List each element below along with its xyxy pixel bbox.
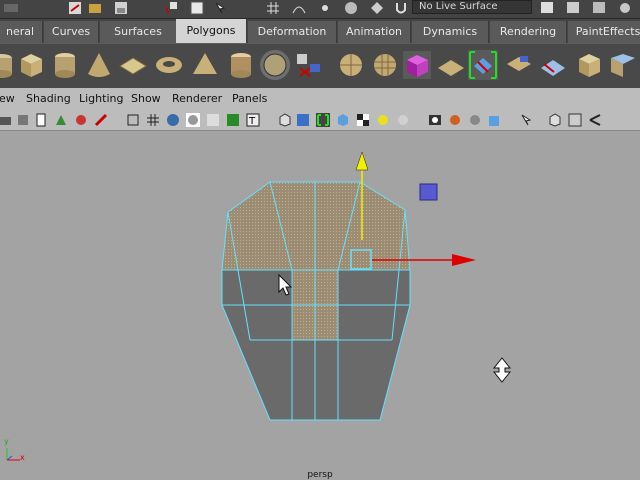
poly-merge-icon[interactable] (608, 50, 638, 80)
move-cursor-icon (492, 357, 512, 383)
poly-torus-icon[interactable] (154, 50, 184, 80)
poly-sphere-icon[interactable] (336, 50, 366, 80)
snap-point-icon[interactable] (318, 1, 332, 15)
default-light-icon[interactable] (376, 113, 390, 127)
select-component-icon[interactable] (214, 1, 228, 15)
wireframe-on-shaded-icon[interactable] (186, 113, 200, 127)
poly-pyramid-icon[interactable] (190, 50, 220, 80)
xray-icon[interactable] (296, 113, 310, 127)
snap-grid-icon[interactable] (266, 1, 280, 15)
ipr-render-icon[interactable] (592, 1, 606, 15)
textured-icon[interactable] (206, 113, 220, 127)
select-hierarchy-icon[interactable] (164, 1, 178, 15)
high-quality-icon[interactable] (356, 113, 370, 127)
scroll-left-icon[interactable] (4, 1, 18, 15)
all-lights-icon[interactable] (396, 113, 410, 127)
two-panes-icon[interactable] (568, 113, 582, 127)
render-frame-icon[interactable] (566, 1, 580, 15)
tab-dynamics[interactable]: Dynamics (412, 21, 489, 43)
poly-helix-icon[interactable] (260, 50, 290, 80)
snap-curve-icon[interactable] (292, 1, 306, 15)
snapshot-icon[interactable] (588, 113, 602, 127)
use-lights-icon[interactable] (226, 113, 240, 127)
menu-panels[interactable]: Panels (232, 92, 267, 105)
poly-pipe-icon[interactable] (226, 50, 256, 80)
poly-combine-icon[interactable] (436, 50, 466, 80)
poly-cylinder-icon[interactable] (0, 50, 16, 80)
menu-renderer[interactable]: Renderer (172, 92, 222, 105)
render-region-icon[interactable] (428, 113, 442, 127)
poly-cube-icon[interactable] (16, 50, 46, 80)
menu-show[interactable]: Show (131, 92, 161, 105)
shelf-tabs: neral Curves Surfaces Polygons Deformati… (0, 19, 640, 43)
perspective-viewport[interactable] (0, 131, 640, 480)
render-icon[interactable] (68, 1, 82, 15)
camera-label: persp (307, 470, 333, 480)
camera-attributes-icon[interactable] (16, 113, 30, 127)
save-scene-icon[interactable] (114, 1, 128, 15)
axis-label-x: x (20, 453, 25, 462)
axis-indicator (6, 448, 20, 461)
poly-prism-icon[interactable] (402, 50, 432, 80)
poly-sphere-icon[interactable] (370, 50, 400, 80)
open-scene-icon[interactable] (88, 1, 102, 15)
menu-shading[interactable]: Shading (26, 92, 71, 105)
poly-cone-icon[interactable] (84, 50, 114, 80)
poly-plane-icon[interactable] (118, 50, 148, 80)
single-view-icon[interactable] (548, 113, 562, 127)
ambient-occlusion-icon[interactable] (488, 113, 502, 127)
status-line: No Live Surface (0, 0, 640, 19)
select-camera-icon[interactable] (520, 113, 534, 127)
panel-toolbar: T (0, 110, 640, 131)
poly-separate-icon[interactable] (294, 50, 324, 80)
bookmark-icon[interactable] (34, 113, 48, 127)
menu-lighting[interactable]: Lighting (79, 92, 123, 105)
poly-bevel-icon[interactable] (574, 50, 604, 80)
grid-icon[interactable] (146, 113, 160, 127)
shadow-icon[interactable] (468, 113, 482, 127)
scene-canvas[interactable] (0, 131, 640, 480)
smooth-shade-icon[interactable] (166, 113, 180, 127)
grease-pencil-icon[interactable] (94, 113, 108, 127)
poly-split-icon[interactable] (538, 50, 568, 80)
backface-culling-icon[interactable] (336, 113, 350, 127)
magnet-icon[interactable] (394, 1, 408, 15)
tab-general[interactable]: neral (0, 21, 43, 43)
live-surface-field[interactable]: No Live Surface (412, 0, 532, 14)
svg-text:T: T (248, 116, 256, 127)
tab-polygons[interactable]: Polygons (176, 19, 247, 43)
poly-append-icon[interactable] (504, 50, 534, 80)
two-d-pan-icon[interactable] (74, 113, 88, 127)
render-settings-icon[interactable] (618, 1, 632, 15)
isolate-select-icon[interactable] (278, 113, 292, 127)
tab-surfaces[interactable]: Surfaces (100, 21, 177, 43)
xray-joints-icon[interactable] (316, 113, 330, 127)
snap-view-icon[interactable] (344, 1, 358, 15)
polygons-shelf (0, 43, 640, 89)
axis-label-y: y (4, 437, 9, 446)
shadows-icon[interactable]: T (246, 113, 260, 127)
make-live-icon[interactable] (370, 1, 384, 15)
hardware-texture-icon[interactable] (448, 113, 462, 127)
tab-deformation[interactable]: Deformation (248, 21, 337, 43)
poly-cylinder-icon[interactable] (50, 50, 80, 80)
wireframe-icon[interactable] (126, 113, 140, 127)
image-plane-icon[interactable] (54, 113, 68, 127)
tab-curves[interactable]: Curves (44, 21, 99, 43)
tab-rendering[interactable]: Rendering (490, 21, 567, 43)
z-axis-handle[interactable] (419, 183, 438, 201)
poly-extrude-icon[interactable] (468, 50, 498, 80)
render-view-icon[interactable] (540, 1, 554, 15)
menu-view[interactable]: ew (0, 92, 15, 105)
select-object-icon[interactable] (190, 1, 204, 15)
tab-animation[interactable]: Animation (338, 21, 411, 43)
tab-painteffects[interactable]: PaintEffects (568, 21, 640, 43)
camera-icon[interactable] (0, 113, 12, 127)
panel-menu-bar: ew Shading Lighting Show Renderer Panels (0, 88, 640, 110)
